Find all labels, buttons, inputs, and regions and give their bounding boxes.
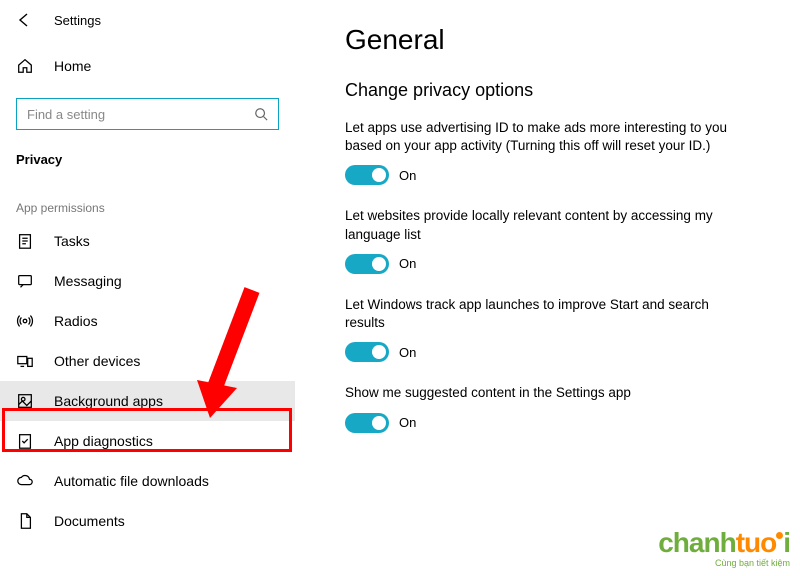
nav-label: Documents: [54, 513, 125, 529]
nav-label: Messaging: [54, 273, 122, 289]
toggle-state-label: On: [399, 168, 416, 183]
toggle-suggested-content[interactable]: [345, 413, 389, 433]
wm-part-b: tuo: [736, 527, 777, 558]
sidebar-item-tasks[interactable]: Tasks: [0, 221, 295, 261]
documents-icon: [16, 512, 34, 530]
nav-label: App diagnostics: [54, 433, 153, 449]
option-desc: Show me suggested content in the Setting…: [345, 384, 745, 402]
radios-icon: [16, 312, 34, 330]
cloud-download-icon: [16, 472, 34, 490]
main-content: General Change privacy options Let apps …: [345, 24, 765, 455]
subheading: Change privacy options: [345, 80, 765, 101]
section-label-app-permissions: App permissions: [0, 177, 295, 221]
background-apps-icon: [16, 392, 34, 410]
toggle-state-label: On: [399, 345, 416, 360]
sidebar-item-documents[interactable]: Documents: [0, 501, 295, 541]
settings-title: Settings: [54, 13, 101, 28]
nav-label: Other devices: [54, 353, 140, 369]
sidebar-item-radios[interactable]: Radios: [0, 301, 295, 341]
option-language-list: Let websites provide locally relevant co…: [345, 207, 765, 273]
wm-part-a: chanh: [658, 527, 735, 558]
search-placeholder: Find a setting: [27, 107, 105, 122]
toggle-language-list[interactable]: [345, 254, 389, 274]
wm-part-c: i: [783, 527, 790, 558]
option-desc: Let apps use advertising ID to make ads …: [345, 119, 745, 155]
sidebar-item-other-devices[interactable]: Other devices: [0, 341, 295, 381]
sidebar: Settings Home Find a setting Privacy App…: [0, 0, 295, 576]
search-input[interactable]: Find a setting: [16, 98, 279, 130]
app-diagnostics-icon: [16, 432, 34, 450]
home-icon: [16, 57, 34, 75]
sidebar-item-messaging[interactable]: Messaging: [0, 261, 295, 301]
search-icon: [254, 107, 268, 121]
toggle-state-label: On: [399, 256, 416, 271]
tasks-icon: [16, 232, 34, 250]
nav-label: Tasks: [54, 233, 90, 249]
page-title: General: [345, 24, 765, 56]
sidebar-item-app-diagnostics[interactable]: App diagnostics: [0, 421, 295, 461]
option-desc: Let websites provide locally relevant co…: [345, 207, 745, 243]
nav-label: Background apps: [54, 393, 163, 409]
sidebar-item-automatic-file-downloads[interactable]: Automatic file downloads: [0, 461, 295, 501]
option-advertising-id: Let apps use advertising ID to make ads …: [345, 119, 765, 185]
nav-label: Automatic file downloads: [54, 473, 209, 489]
messaging-icon: [16, 272, 34, 290]
header-row: Settings: [0, 0, 295, 40]
back-arrow-icon[interactable]: [16, 12, 32, 28]
nav-label: Radios: [54, 313, 98, 329]
sidebar-item-background-apps[interactable]: Background apps: [0, 381, 295, 421]
privacy-heading: Privacy: [0, 138, 295, 177]
toggle-track-app-launches[interactable]: [345, 342, 389, 362]
watermark-logo: chanhtuoi Cùng bạn tiết kiệm: [658, 529, 790, 568]
toggle-advertising-id[interactable]: [345, 165, 389, 185]
option-track-app-launches: Let Windows track app launches to improv…: [345, 296, 765, 362]
option-suggested-content: Show me suggested content in the Setting…: [345, 384, 765, 432]
option-desc: Let Windows track app launches to improv…: [345, 296, 745, 332]
home-label: Home: [54, 58, 91, 74]
toggle-state-label: On: [399, 415, 416, 430]
wm-tagline: Cùng bạn tiết kiệm: [658, 559, 790, 568]
other-devices-icon: [16, 352, 34, 370]
sidebar-item-home[interactable]: Home: [0, 46, 295, 86]
